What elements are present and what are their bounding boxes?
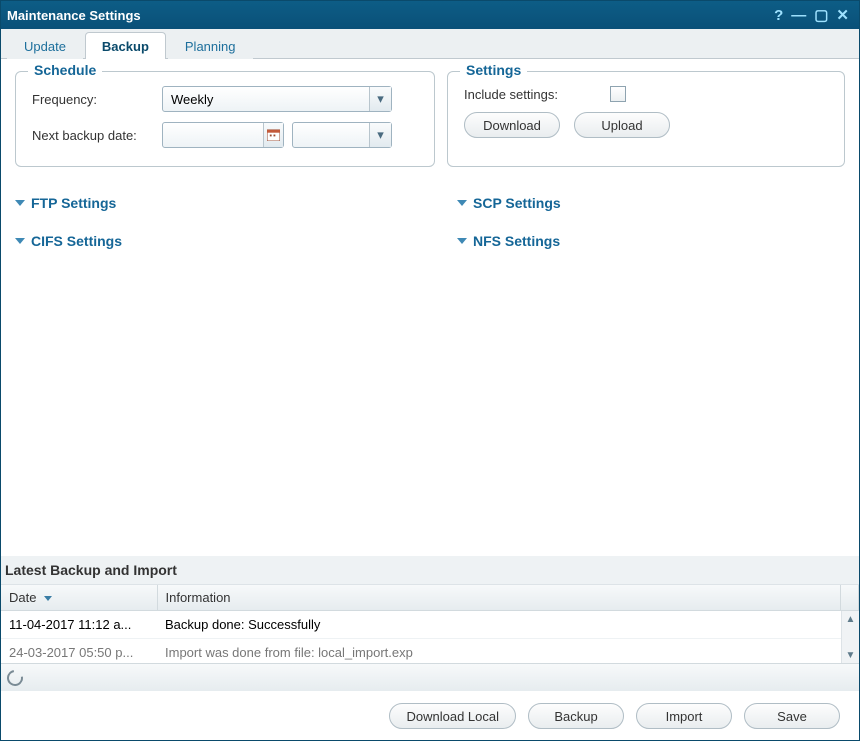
titlebar: Maintenance Settings ? — ▢ ✕: [1, 1, 859, 29]
tab-backup[interactable]: Backup: [85, 32, 166, 59]
import-button[interactable]: Import: [636, 703, 732, 729]
scroll-down-icon[interactable]: ▼: [842, 647, 859, 663]
cifs-settings-toggle[interactable]: CIFS Settings: [15, 233, 403, 249]
column-information[interactable]: Information: [157, 585, 841, 611]
scp-settings-toggle[interactable]: SCP Settings: [457, 195, 845, 211]
chevron-down-icon: [457, 238, 467, 244]
tab-update[interactable]: Update: [7, 32, 83, 59]
cell-info: Import was done from file: local_import.…: [157, 639, 859, 664]
chevron-down-icon: ▾: [369, 123, 391, 147]
nfs-settings-toggle[interactable]: NFS Settings: [457, 233, 845, 249]
chevron-down-icon: [15, 238, 25, 244]
column-spacer: [841, 585, 859, 611]
settings-fieldset: Settings Include settings: Download Uplo…: [447, 71, 845, 167]
scrollbar[interactable]: ▲ ▼: [841, 611, 859, 663]
sort-desc-icon: [44, 596, 52, 601]
schedule-fieldset: Schedule Frequency: Weekly ▾ Next backup…: [15, 71, 435, 167]
scroll-up-icon[interactable]: ▲: [842, 611, 859, 627]
maximize-icon[interactable]: ▢: [810, 6, 832, 24]
column-date[interactable]: Date: [1, 585, 157, 611]
column-date-label: Date: [9, 590, 36, 605]
backup-time-select[interactable]: ▾: [292, 122, 392, 148]
tab-planning[interactable]: Planning: [168, 32, 253, 59]
minimize-icon[interactable]: —: [787, 7, 810, 24]
content-area: Schedule Frequency: Weekly ▾ Next backup…: [1, 59, 859, 545]
refresh-icon[interactable]: [4, 666, 26, 688]
download-button[interactable]: Download: [464, 112, 560, 138]
cell-date: 11-04-2017 11:12 a...: [1, 611, 157, 639]
backup-button[interactable]: Backup: [528, 703, 624, 729]
chevron-down-icon: ▾: [369, 87, 391, 111]
upload-button[interactable]: Upload: [574, 112, 670, 138]
settings-legend: Settings: [460, 62, 527, 78]
cell-info: Backup done: Successfully: [157, 611, 859, 639]
save-button[interactable]: Save: [744, 703, 840, 729]
chevron-down-icon: [15, 200, 25, 206]
tabstrip: Update Backup Planning: [1, 29, 859, 59]
frequency-label: Frequency:: [32, 92, 162, 107]
backup-grid: Date Information: [1, 585, 859, 611]
include-settings-label: Include settings:: [464, 87, 594, 102]
backup-date-input[interactable]: [162, 122, 284, 148]
grid-region: Latest Backup and Import Date Informatio…: [1, 556, 859, 691]
nfs-settings-label: NFS Settings: [473, 233, 560, 249]
ftp-settings-toggle[interactable]: FTP Settings: [15, 195, 403, 211]
download-local-button[interactable]: Download Local: [389, 703, 516, 729]
close-icon[interactable]: ✕: [832, 6, 853, 24]
include-settings-checkbox[interactable]: [610, 86, 626, 102]
grid-toolbar: [1, 663, 859, 691]
frequency-select[interactable]: Weekly ▾: [162, 86, 392, 112]
window-frame: Maintenance Settings ? — ▢ ✕ Update Back…: [0, 0, 860, 741]
ftp-settings-label: FTP Settings: [31, 195, 116, 211]
next-backup-label: Next backup date:: [32, 128, 162, 143]
table-row[interactable]: 11-04-2017 11:12 a... Backup done: Succe…: [1, 611, 859, 639]
scp-settings-label: SCP Settings: [473, 195, 561, 211]
grid-title: Latest Backup and Import: [1, 556, 859, 584]
window-title: Maintenance Settings: [7, 8, 770, 23]
frequency-value: Weekly: [171, 92, 213, 107]
help-icon[interactable]: ?: [770, 7, 787, 24]
schedule-legend: Schedule: [28, 62, 102, 78]
footer-buttons: Download Local Backup Import Save: [389, 703, 840, 729]
table-row[interactable]: 24-03-2017 05:50 p... Import was done fr…: [1, 639, 859, 664]
chevron-down-icon: [457, 200, 467, 206]
cell-date: 24-03-2017 05:50 p...: [1, 639, 157, 664]
calendar-icon[interactable]: [263, 123, 283, 147]
cifs-settings-label: CIFS Settings: [31, 233, 122, 249]
